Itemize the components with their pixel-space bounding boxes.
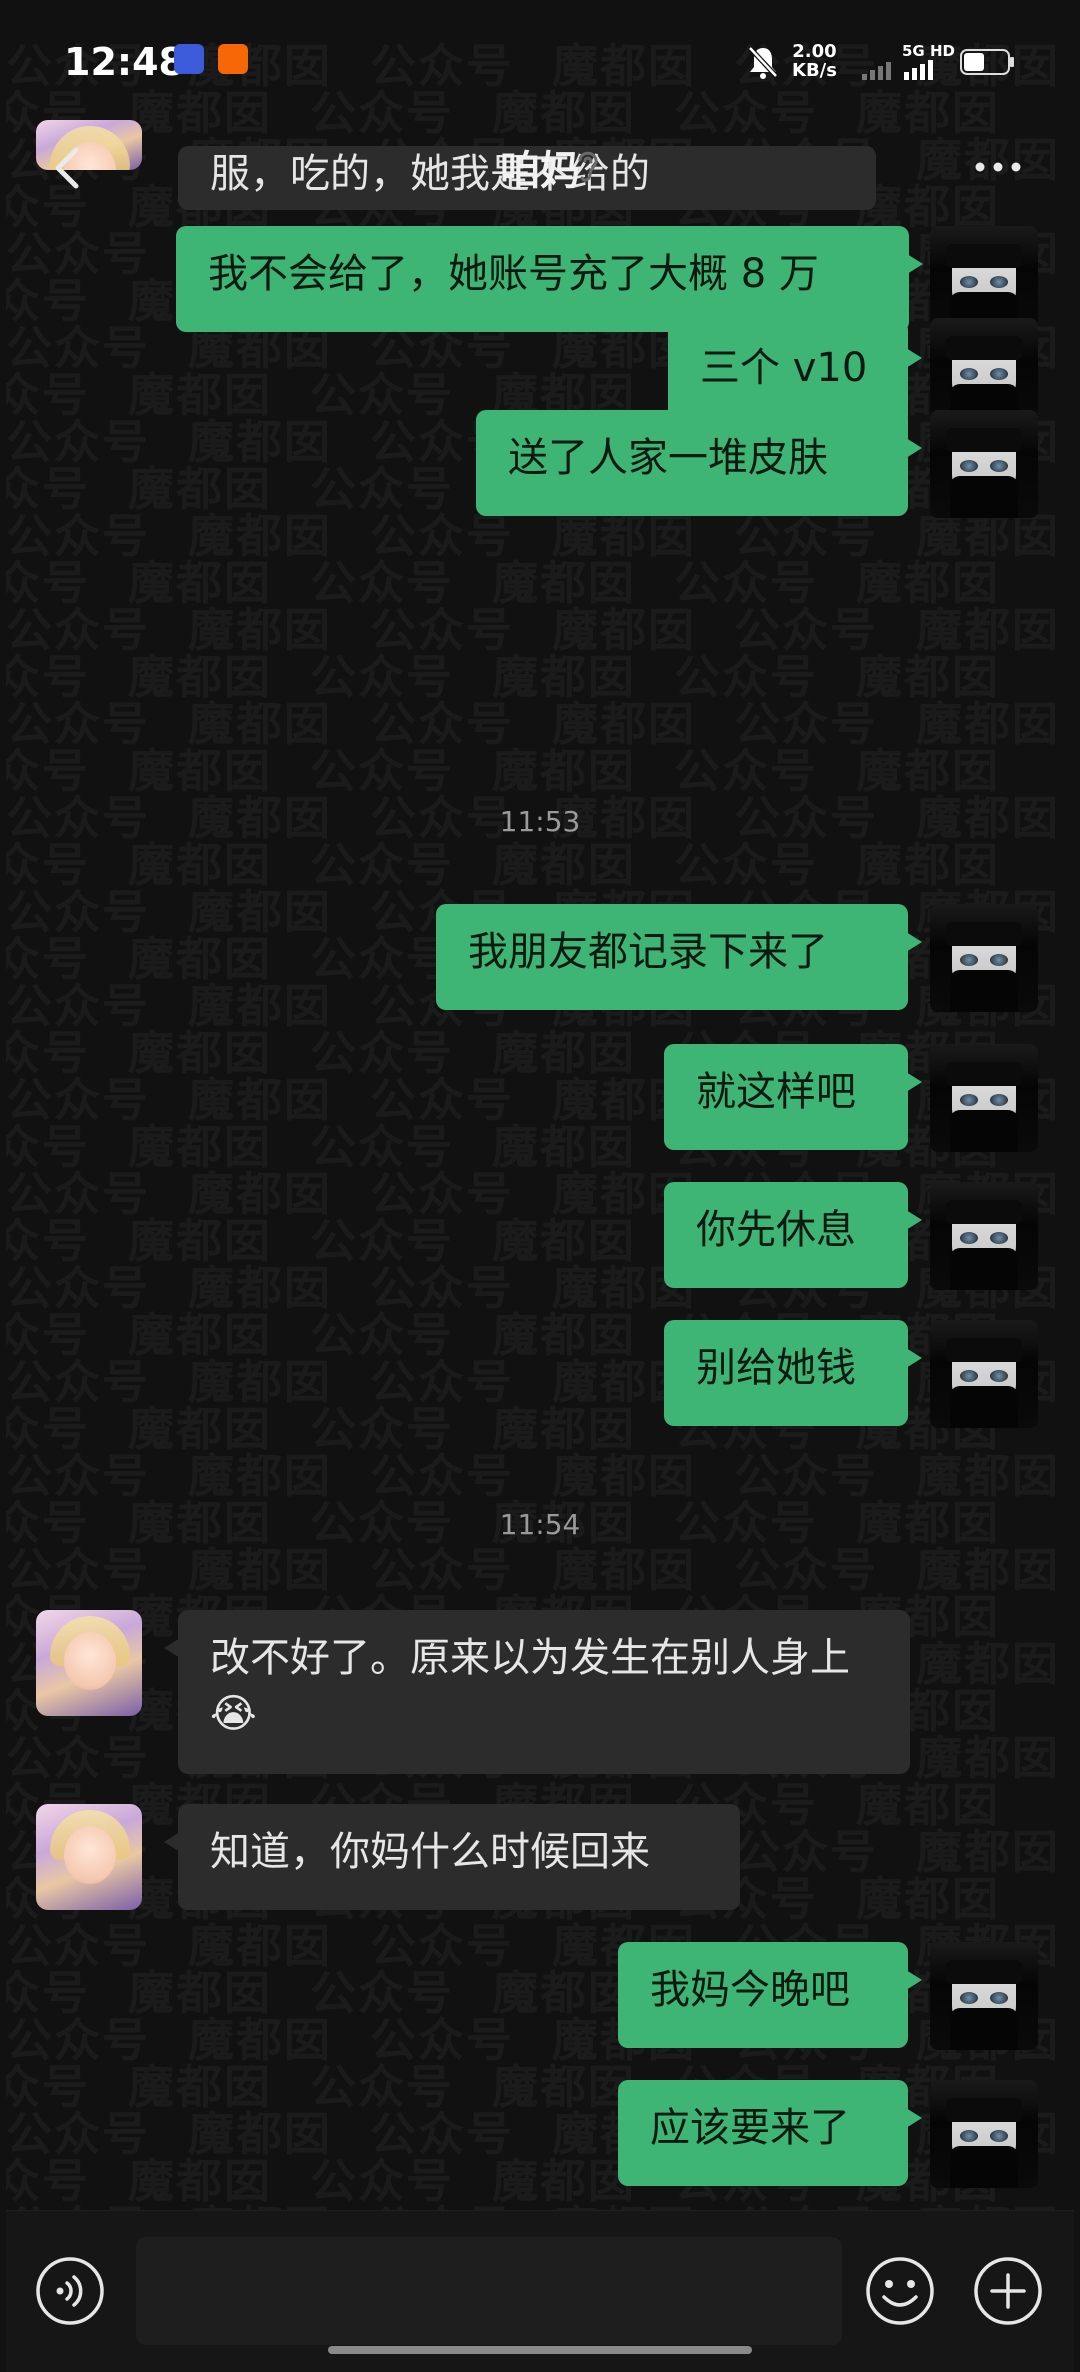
signal-icon: [904, 60, 933, 80]
voice-icon[interactable]: [34, 2255, 106, 2327]
status-time: 12:48: [64, 40, 185, 84]
friend-avatar[interactable]: [36, 1610, 142, 1716]
message-bubble-outgoing[interactable]: 别给她钱: [664, 1320, 922, 1426]
message-list[interactable]: 服，吃的，她我是不给的 我不会给了，她账号充了大概 8 万 三个 v10 送了人…: [6, 0, 1074, 2200]
my-avatar[interactable]: [930, 1942, 1038, 2050]
message-timestamp: 11:53: [499, 805, 581, 838]
message-bubble-outgoing[interactable]: 就这样吧: [664, 1044, 922, 1150]
ear-icon: [578, 151, 598, 182]
chat-title[interactable]: 咱妈: [6, 138, 1074, 196]
message-bubble-outgoing[interactable]: 应该要来了: [618, 2080, 922, 2186]
notification-app-icon: [174, 44, 204, 74]
message-bubble-outgoing[interactable]: 送了人家一堆皮肤: [476, 410, 922, 516]
my-avatar[interactable]: [930, 2080, 1038, 2188]
chat-header: 咱妈: [6, 128, 1074, 210]
emoji-icon[interactable]: [864, 2255, 936, 2327]
message-timestamp: 11:54: [499, 1508, 581, 1541]
message-bubble-outgoing[interactable]: 我朋友都记录下来了: [436, 904, 922, 1010]
notification-app-icon: [218, 44, 248, 74]
my-avatar[interactable]: [930, 1044, 1038, 1152]
my-avatar[interactable]: [930, 904, 1038, 1012]
my-avatar[interactable]: [930, 1182, 1038, 1290]
message-bubble-outgoing[interactable]: 我不会给了，她账号充了大概 8 万: [176, 226, 923, 332]
net-speed: 2.00 KB/s: [792, 42, 837, 80]
message-bubble-incoming[interactable]: 知道，你妈什么时候回来: [164, 1804, 740, 1910]
battery-icon: [960, 49, 1014, 75]
bell-off-icon: [748, 46, 778, 79]
message-bubble-outgoing[interactable]: 我妈今晚吧: [618, 1942, 922, 2048]
message-bubble-outgoing[interactable]: 你先休息: [664, 1182, 922, 1288]
message-input[interactable]: [136, 2237, 842, 2345]
more-dots-icon[interactable]: [968, 142, 1028, 192]
net-speed-unit: KB/s: [792, 60, 837, 81]
home-indicator[interactable]: [328, 2346, 752, 2354]
friend-avatar[interactable]: [36, 1804, 142, 1910]
status-bar: 12:48 2.00 KB/s 5G HD: [6, 0, 1074, 128]
message-bubble-incoming[interactable]: 改不好了。原来以为发生在别人身上😭: [164, 1610, 910, 1774]
chat-screen: 公众号魔都囡公众号魔都囡公众号魔都囡公众号魔都囡公众号魔都囡公众号魔都囡公众号魔…: [6, 0, 1074, 2372]
net-speed-value: 2.00: [792, 41, 837, 62]
signal-icon: [862, 62, 891, 80]
my-avatar[interactable]: [930, 1320, 1038, 1428]
plus-icon[interactable]: [972, 2255, 1044, 2327]
my-avatar[interactable]: [930, 410, 1038, 518]
